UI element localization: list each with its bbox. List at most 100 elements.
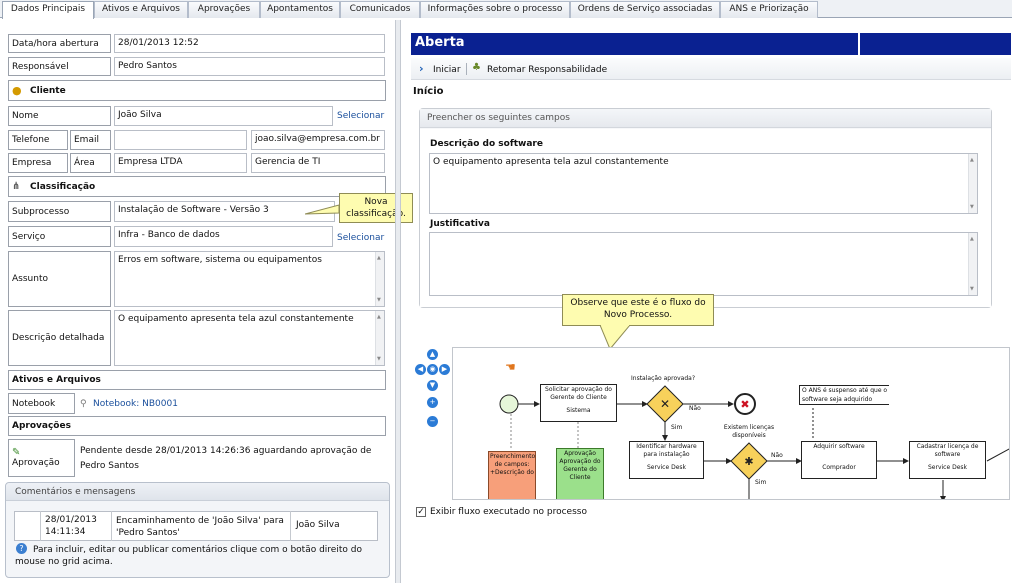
nao-label-1: Não: [689, 405, 701, 412]
area-label: Área: [70, 153, 111, 173]
doc-preenchimento[interactable]: Preenchimento de campos: +Descrição do: [488, 451, 536, 499]
pan-center-icon[interactable]: ◉: [427, 364, 438, 375]
svg-text:✱: ✱: [744, 455, 753, 468]
retomar-icon: ♣: [472, 62, 481, 73]
fluxo-tooltip: Observe que este é o fluxo do Novo Proce…: [562, 294, 714, 326]
svg-text:✕: ✕: [660, 397, 670, 411]
telefone-label: Telefone: [8, 130, 68, 150]
user-icon: ●: [12, 83, 22, 97]
cliente-title: Cliente: [30, 85, 66, 96]
email-field[interactable]: joao.silva@empresa.com.br: [251, 130, 385, 150]
process-diagram[interactable]: ✕ ✖ ✱ ☚ Solicitar aprovação do Gerente d…: [452, 347, 1010, 500]
empresa-label: Empresa: [8, 153, 68, 173]
tab-dados-principais[interactable]: Dados Principais: [2, 1, 94, 19]
retomar-button[interactable]: Retomar Responsabilidade: [487, 65, 607, 75]
toolbar-separator: [466, 63, 467, 75]
area-field[interactable]: Gerencia de TI: [251, 153, 385, 173]
descricao-scrollbar[interactable]: [375, 311, 384, 365]
node-solicitar-aprovacao[interactable]: Solicitar aprovação do Gerente do Client…: [540, 384, 617, 422]
tooltip-pointer: [305, 204, 340, 215]
node-identificar-text: Identificar hardware para instalação: [636, 443, 697, 458]
responsavel-field[interactable]: Pedro Santos: [114, 57, 385, 76]
aprovacao-label-box: ✎ Aprovação: [8, 439, 75, 477]
servico-label: Serviço: [8, 226, 111, 247]
zoom-in-icon[interactable]: +: [427, 397, 438, 408]
node-adquirir-role: Comprador: [822, 464, 856, 471]
aprovacoes-section: Aprovações: [8, 416, 386, 436]
node-cadastrar-role: Service Desk: [928, 464, 967, 471]
tab-ativos-arquivos[interactable]: Ativos e Arquivos: [94, 1, 188, 18]
classificacao-section: ⋔ Classificação: [8, 176, 386, 197]
descricao-software-label: Descrição do software: [430, 139, 543, 149]
pan-right-icon[interactable]: ▶: [439, 364, 450, 375]
node-adquirir-text: Adquirir software: [813, 443, 865, 450]
tab-ordens-servico[interactable]: Ordens de Serviço associadas: [570, 1, 720, 18]
aprovacao-label: Aprovação: [12, 458, 60, 468]
tab-informacoes-processo[interactable]: Informações sobre o processo: [420, 1, 570, 18]
approval-icon: ✎: [12, 447, 21, 458]
servico-field[interactable]: Infra - Banco de dados: [114, 226, 333, 247]
descricao-software-textarea[interactable]: O equipamento apresenta tela azul consta…: [429, 153, 978, 214]
tab-apontamentos[interactable]: Apontamentos: [260, 1, 340, 18]
descricao-software-scrollbar[interactable]: [968, 154, 977, 213]
node-solicitar-text: Solicitar aprovação do Gerente do Client…: [545, 386, 612, 401]
nome-label: Nome: [8, 106, 111, 126]
nova-classificacao-tooltip: Nova classificação.: [339, 193, 413, 223]
justificativa-scrollbar[interactable]: [968, 233, 977, 295]
node-identificar-role: Service Desk: [647, 464, 686, 471]
comment-date: 28/01/2013: [45, 515, 97, 525]
grid-divider-3: [290, 511, 291, 541]
inicio-heading: Início: [413, 86, 444, 97]
data-hora-label: Data/hora abertura: [8, 34, 111, 53]
telefone-field[interactable]: [114, 130, 247, 150]
notebook-link[interactable]: Notebook: NB0001: [93, 399, 178, 409]
tab-ans-priorizacao[interactable]: ANS e Priorização: [720, 1, 818, 18]
ativos-section: Ativos e Arquivos: [8, 370, 386, 390]
node-adquirir-software[interactable]: Adquirir software Comprador: [801, 441, 877, 479]
splitter[interactable]: [395, 20, 401, 583]
tab-comunicados[interactable]: Comunicados: [340, 1, 420, 18]
email-label: Email: [70, 130, 111, 150]
status-bar-separator: [858, 33, 860, 55]
pan-down-icon[interactable]: ▼: [427, 380, 438, 391]
pan-left-icon[interactable]: ◀: [415, 364, 426, 375]
descricao-detalhada-textarea[interactable]: O equipamento apresenta tela azul consta…: [114, 310, 385, 366]
exibir-fluxo-checkbox[interactable]: ✓: [416, 507, 426, 517]
tab-aprovacoes[interactable]: Aprovações: [188, 1, 260, 18]
sim-label-2: Sim: [755, 479, 767, 486]
justificativa-textarea[interactable]: [429, 232, 978, 296]
exibir-fluxo-label: Exibir fluxo executado no processo: [430, 507, 587, 517]
node-solicitar-role: Sistema: [566, 407, 591, 414]
zoom-out-icon[interactable]: −: [427, 416, 438, 427]
descricao-text: O equipamento apresenta tela azul consta…: [118, 314, 354, 324]
assunto-textarea[interactable]: Erros em software, sistema ou equipament…: [114, 251, 385, 307]
node-cadastrar-text: Cadastrar licença de software: [916, 443, 979, 458]
justificativa-label: Justificativa: [430, 219, 490, 229]
selecionar-cliente-link[interactable]: Selecionar: [337, 111, 384, 121]
selecionar-servico-link[interactable]: Selecionar: [337, 233, 384, 243]
aprovacao-status-text: Pendente desde 28/01/2013 14:26:36 aguar…: [80, 446, 372, 471]
sim-label-1: Sim: [671, 424, 683, 431]
subprocesso-field[interactable]: Instalação de Software - Versão 3: [114, 201, 335, 222]
status-title: Aberta: [415, 35, 465, 50]
comentarios-hint: Para incluir, editar ou publicar comentá…: [15, 545, 362, 567]
assunto-label: Assunto: [8, 251, 111, 307]
iniciar-button[interactable]: Iniciar: [433, 65, 461, 75]
instalacao-aprovada-label: Instalação aprovada?: [631, 375, 696, 382]
descricao-detalhada-label: Descrição detalhada: [8, 310, 111, 366]
nome-field[interactable]: João Silva: [114, 106, 333, 126]
doc-aprovacao[interactable]: Aprovação Aprovação do Gerente do Client…: [556, 448, 604, 499]
empresa-field[interactable]: Empresa LTDA: [114, 153, 247, 173]
data-hora-field[interactable]: 28/01/2013 12:52: [114, 34, 385, 53]
grid-divider-1: [40, 511, 41, 541]
hand-cursor-icon: ☚: [505, 360, 516, 374]
status-bar: [411, 33, 1011, 55]
node-cadastrar-licenca[interactable]: Cadastrar licença de software Service De…: [909, 441, 986, 479]
play-icon: ›: [419, 62, 424, 75]
descricao-software-text: O equipamento apresenta tela azul consta…: [433, 157, 669, 167]
attachment-icon: ⚲: [80, 399, 87, 409]
pan-up-icon[interactable]: ▲: [427, 349, 438, 360]
grid-divider-2: [111, 511, 112, 541]
node-identificar-hardware[interactable]: Identificar hardware para instalação Ser…: [629, 441, 704, 479]
assunto-scrollbar[interactable]: [375, 252, 384, 306]
